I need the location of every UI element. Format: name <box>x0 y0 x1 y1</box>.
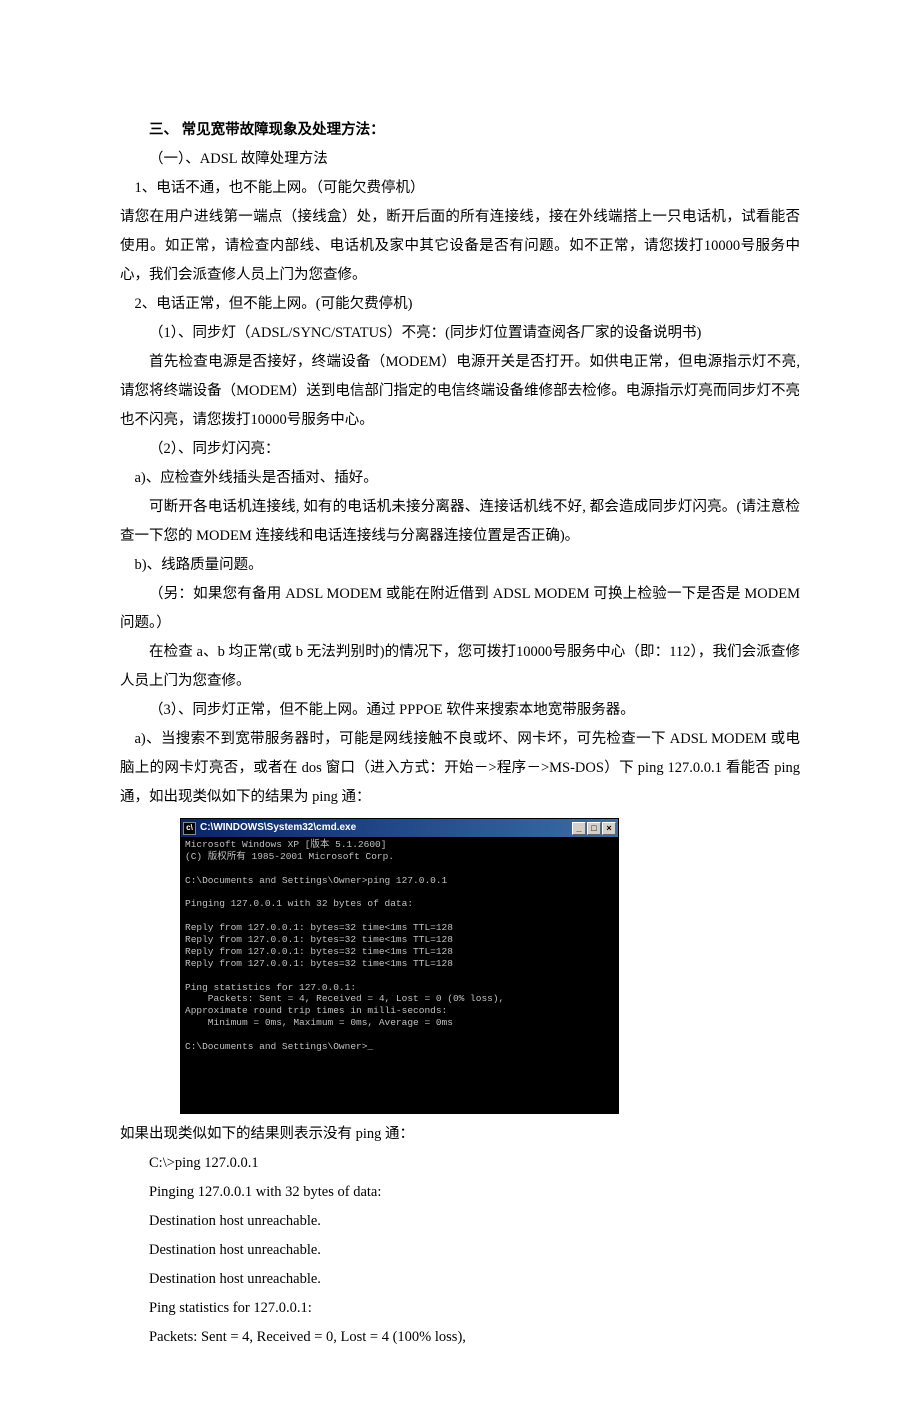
window-buttons: _ □ × <box>572 822 616 835</box>
paragraph: a)、应检查外线插头是否插对、插好。 <box>120 464 800 493</box>
paragraph: 如果出现类似如下的结果则表示没有 ping 通： <box>120 1120 800 1149</box>
window-title: C:\WINDOWS\System32\cmd.exe <box>200 822 572 835</box>
output-line: Ping statistics for 127.0.0.1: <box>149 1294 800 1323</box>
cmd-window: c\ C:\WINDOWS\System32\cmd.exe _ □ × Mic… <box>180 818 619 1114</box>
output-line: Packets: Sent = 4, Received = 0, Lost = … <box>149 1323 800 1352</box>
paragraph: （2）、同步灯闪亮： <box>120 435 800 464</box>
paragraph: （3）、同步灯正常，但不能上网。通过 PPPOE 软件来搜索本地宽带服务器。 <box>120 696 800 725</box>
paragraph: 1、电话不通，也不能上网。（可能欠费停机） <box>120 174 800 203</box>
paragraph: 可断开各电话机连接线, 如有的电话机未接分离器、连接话机线不好, 都会造成同步灯… <box>120 493 800 551</box>
paragraph: 首先检查电源是否接好，终端设备（MODEM）电源开关是否打开。如供电正常，但电源… <box>120 348 800 435</box>
cmd-icon: c\ <box>183 822 196 835</box>
paragraph: 请您在用户进线第一端点（接线盒）处，断开后面的所有连接线，接在外线端搭上一只电话… <box>120 203 800 290</box>
paragraph: 2、电话正常，但不能上网。(可能欠费停机) <box>120 290 800 319</box>
output-line: Destination host unreachable. <box>149 1207 800 1236</box>
document-page: 三、 常见宽带故障现象及处理方法： （一）、ADSL 故障处理方法 1、电话不通… <box>0 0 920 1412</box>
paragraph: b)、线路质量问题。 <box>120 551 800 580</box>
section-heading: 三、 常见宽带故障现象及处理方法： <box>120 116 800 145</box>
output-line: C:\>ping 127.0.0.1 <box>149 1149 800 1178</box>
output-line: Destination host unreachable. <box>149 1236 800 1265</box>
output-line: Destination host unreachable. <box>149 1265 800 1294</box>
ping-fail-output: C:\>ping 127.0.0.1 Pinging 127.0.0.1 wit… <box>149 1149 800 1352</box>
paragraph: 在检查 a、b 均正常(或 b 无法判别时)的情况下，您可拨打10000号服务中… <box>120 638 800 696</box>
paragraph: （另：如果您有备用 ADSL MODEM 或能在附近借到 ADSL MODEM … <box>120 580 800 638</box>
subsection-title: （一）、ADSL 故障处理方法 <box>120 145 800 174</box>
cmd-output: Microsoft Windows XP [版本 5.1.2600] (C) 版… <box>181 837 618 1113</box>
close-button[interactable]: × <box>602 822 616 835</box>
window-titlebar: c\ C:\WINDOWS\System32\cmd.exe _ □ × <box>181 819 618 837</box>
paragraph: a)、当搜索不到宽带服务器时，可能是网线接触不良或坏、网卡坏，可先检查一下 AD… <box>120 725 800 812</box>
output-line: Pinging 127.0.0.1 with 32 bytes of data: <box>149 1178 800 1207</box>
maximize-button[interactable]: □ <box>587 822 601 835</box>
paragraph: （1）、同步灯（ADSL/SYNC/STATUS）不亮：(同步灯位置请查阅各厂家… <box>120 319 800 348</box>
minimize-button[interactable]: _ <box>572 822 586 835</box>
